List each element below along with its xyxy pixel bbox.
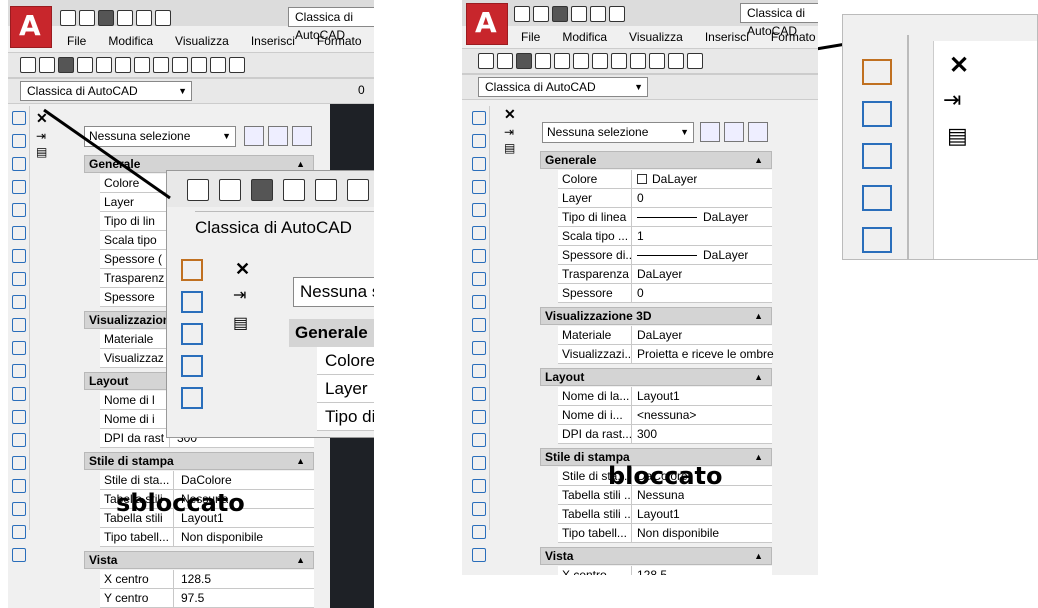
- section-generale[interactable]: Generale ▲: [540, 151, 772, 169]
- workspace-combo[interactable]: Classica di AutoCAD ▼: [478, 77, 648, 97]
- open-icon[interactable]: [497, 53, 513, 69]
- new-icon[interactable]: [514, 6, 530, 22]
- copy-icon[interactable]: [611, 53, 627, 69]
- standard-toolbar-icons: [478, 53, 703, 69]
- standard-toolbar: [462, 48, 818, 74]
- menu-modifica[interactable]: Modifica: [551, 27, 618, 47]
- publish-icon[interactable]: [573, 53, 589, 69]
- move-icon[interactable]: [862, 101, 892, 127]
- menu-formato[interactable]: Formato: [760, 27, 818, 47]
- undo-icon[interactable]: [609, 6, 625, 22]
- prop-row[interactable]: Spessore di... DaLayer: [558, 246, 772, 265]
- zoom-close-icon[interactable]: ✕: [949, 51, 969, 80]
- save-as-icon[interactable]: [571, 6, 587, 22]
- menu-inserisci[interactable]: Inserisci: [694, 27, 760, 47]
- menu-bar: File Modifica Visualizza Inserisci Forma…: [510, 27, 818, 47]
- brush-icon[interactable]: [862, 59, 892, 85]
- workspace-combo-top[interactable]: Classica di AutoCAD: [740, 3, 818, 38]
- zoom-inset-right: ✕ ⇥ ▤: [842, 14, 1038, 260]
- zoom-autohide-icon[interactable]: ⇥: [943, 87, 961, 113]
- prop-row[interactable]: Nome di i... <nessuna>: [558, 406, 772, 425]
- prop-row[interactable]: X centro 128.5: [558, 566, 772, 575]
- label-locked: bloccato: [608, 462, 723, 490]
- prop-row[interactable]: Spessore 0: [558, 284, 772, 303]
- cut-icon[interactable]: [592, 53, 608, 69]
- prop-row[interactable]: Tabella stili ... Layout1: [558, 505, 772, 524]
- open-icon[interactable]: [533, 6, 549, 22]
- save-icon[interactable]: [552, 6, 568, 22]
- properties-icon[interactable]: ▤: [504, 141, 522, 155]
- quick-access-icons: [514, 6, 625, 22]
- section-visualizzazione-3d[interactable]: Visualizzazione 3D ▲: [540, 307, 772, 325]
- prop-row[interactable]: Tipo tabell... Non disponibile: [558, 524, 772, 543]
- paste-icon[interactable]: [630, 53, 646, 69]
- zoom-divider: [907, 35, 909, 259]
- plot-icon[interactable]: [535, 53, 551, 69]
- prop-row[interactable]: Colore DaLayer: [558, 170, 772, 189]
- prop-row[interactable]: Trasparenza DaLayer: [558, 265, 772, 284]
- toggle-pickadd-button[interactable]: [700, 122, 720, 142]
- mirror-icon[interactable]: [862, 143, 892, 169]
- selection-combo[interactable]: Nessuna selezione ▼: [542, 122, 694, 143]
- draw-toolbar: [468, 106, 490, 562]
- zoom-props-icon[interactable]: ▤: [947, 123, 968, 149]
- select-objects-button[interactable]: [724, 122, 744, 142]
- new-icon[interactable]: [478, 53, 494, 69]
- section-layout[interactable]: Layout ▲: [540, 368, 772, 386]
- prop-row[interactable]: Nome di la... Layout1: [558, 387, 772, 406]
- autocad-logo[interactable]: A: [466, 3, 508, 45]
- right-screenshot: A Classica di AutoCAD File Modifica Visu…: [462, 0, 818, 575]
- quick-select-button[interactable]: [748, 122, 768, 142]
- close-icon[interactable]: ✕: [504, 106, 522, 123]
- prop-row[interactable]: DPI da rast... 300: [558, 425, 772, 444]
- prop-row[interactable]: Tipo di linea DaLayer: [558, 208, 772, 227]
- array-icon[interactable]: [862, 227, 892, 253]
- save-icon[interactable]: [516, 53, 532, 69]
- prop-row[interactable]: Visualizzazi... Proietta e riceve le ombr…: [558, 345, 774, 364]
- prop-row[interactable]: Scala tipo ... 1: [558, 227, 772, 246]
- menu-visualizza[interactable]: Visualizza: [618, 27, 694, 47]
- menu-file[interactable]: File: [510, 27, 551, 47]
- preview-icon[interactable]: [554, 53, 570, 69]
- match-icon[interactable]: [649, 53, 665, 69]
- autohide-icon[interactable]: ⇥: [504, 125, 522, 139]
- prop-row[interactable]: Materiale DaLayer: [558, 326, 772, 345]
- zoom-tools: [855, 55, 899, 259]
- section-vista[interactable]: Vista ▲: [540, 547, 772, 565]
- redo-icon[interactable]: [687, 53, 703, 69]
- stretch-icon[interactable]: [862, 185, 892, 211]
- undo-icon[interactable]: [668, 53, 684, 69]
- workspace-toolbar: Classica di AutoCAD ▼: [462, 74, 818, 100]
- plot-icon[interactable]: [590, 6, 606, 22]
- prop-row[interactable]: Layer 0: [558, 189, 772, 208]
- palette-sidebar: ✕ ⇥ ▤: [504, 106, 522, 155]
